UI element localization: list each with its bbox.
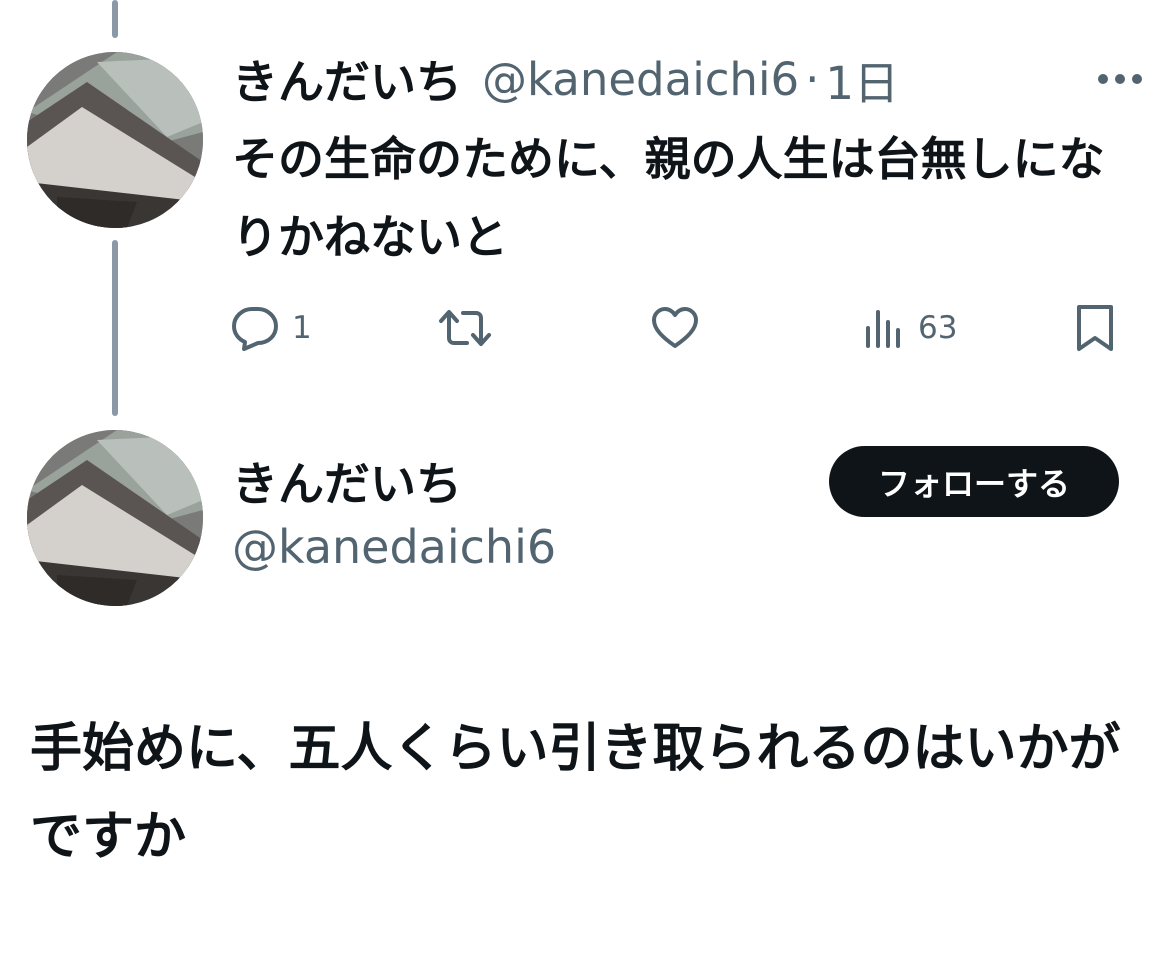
bar-chart-icon xyxy=(866,310,900,348)
views-button[interactable]: 63 xyxy=(862,300,957,356)
user-handle[interactable]: @kanedaichi6 xyxy=(232,520,556,574)
reply-count: 1 xyxy=(292,310,312,346)
follow-button[interactable]: フォローする xyxy=(829,446,1119,517)
main-tweet-text: 手始めに、五人くらい引き取られるのはいかがですか xyxy=(30,719,1121,867)
speech-bubble-icon xyxy=(232,307,278,351)
heart-icon xyxy=(652,307,698,348)
avatar-image xyxy=(27,52,203,228)
avatar[interactable] xyxy=(27,430,203,606)
retweet-icon xyxy=(439,310,491,346)
user-handle[interactable]: @kanedaichi6 xyxy=(482,53,799,106)
like-button[interactable] xyxy=(650,300,712,356)
views-count: 63 xyxy=(918,310,958,346)
display-name[interactable]: きんだいち xyxy=(232,46,462,112)
more-button[interactable] xyxy=(1090,54,1150,104)
retweet-button[interactable] xyxy=(437,300,505,356)
avatar[interactable] xyxy=(27,52,203,228)
timestamp[interactable]: 1日 xyxy=(825,47,899,112)
thread-connector xyxy=(112,240,118,416)
thread-connector-top xyxy=(112,0,118,38)
more-horizontal-icon xyxy=(1098,74,1142,84)
bookmark-icon xyxy=(1077,305,1113,351)
separator-dot: · xyxy=(805,52,820,106)
reply-button[interactable]: 1 xyxy=(230,300,312,356)
display-name[interactable]: きんだいち xyxy=(232,448,462,514)
bookmark-button[interactable] xyxy=(1074,300,1116,356)
avatar-image xyxy=(27,430,203,606)
reply-tweet-header: きんだいち @kanedaichi6 · 1日 xyxy=(232,44,899,114)
reply-tweet-text: その生命のために、親の人生は台無しになりかねないと xyxy=(232,132,1105,264)
